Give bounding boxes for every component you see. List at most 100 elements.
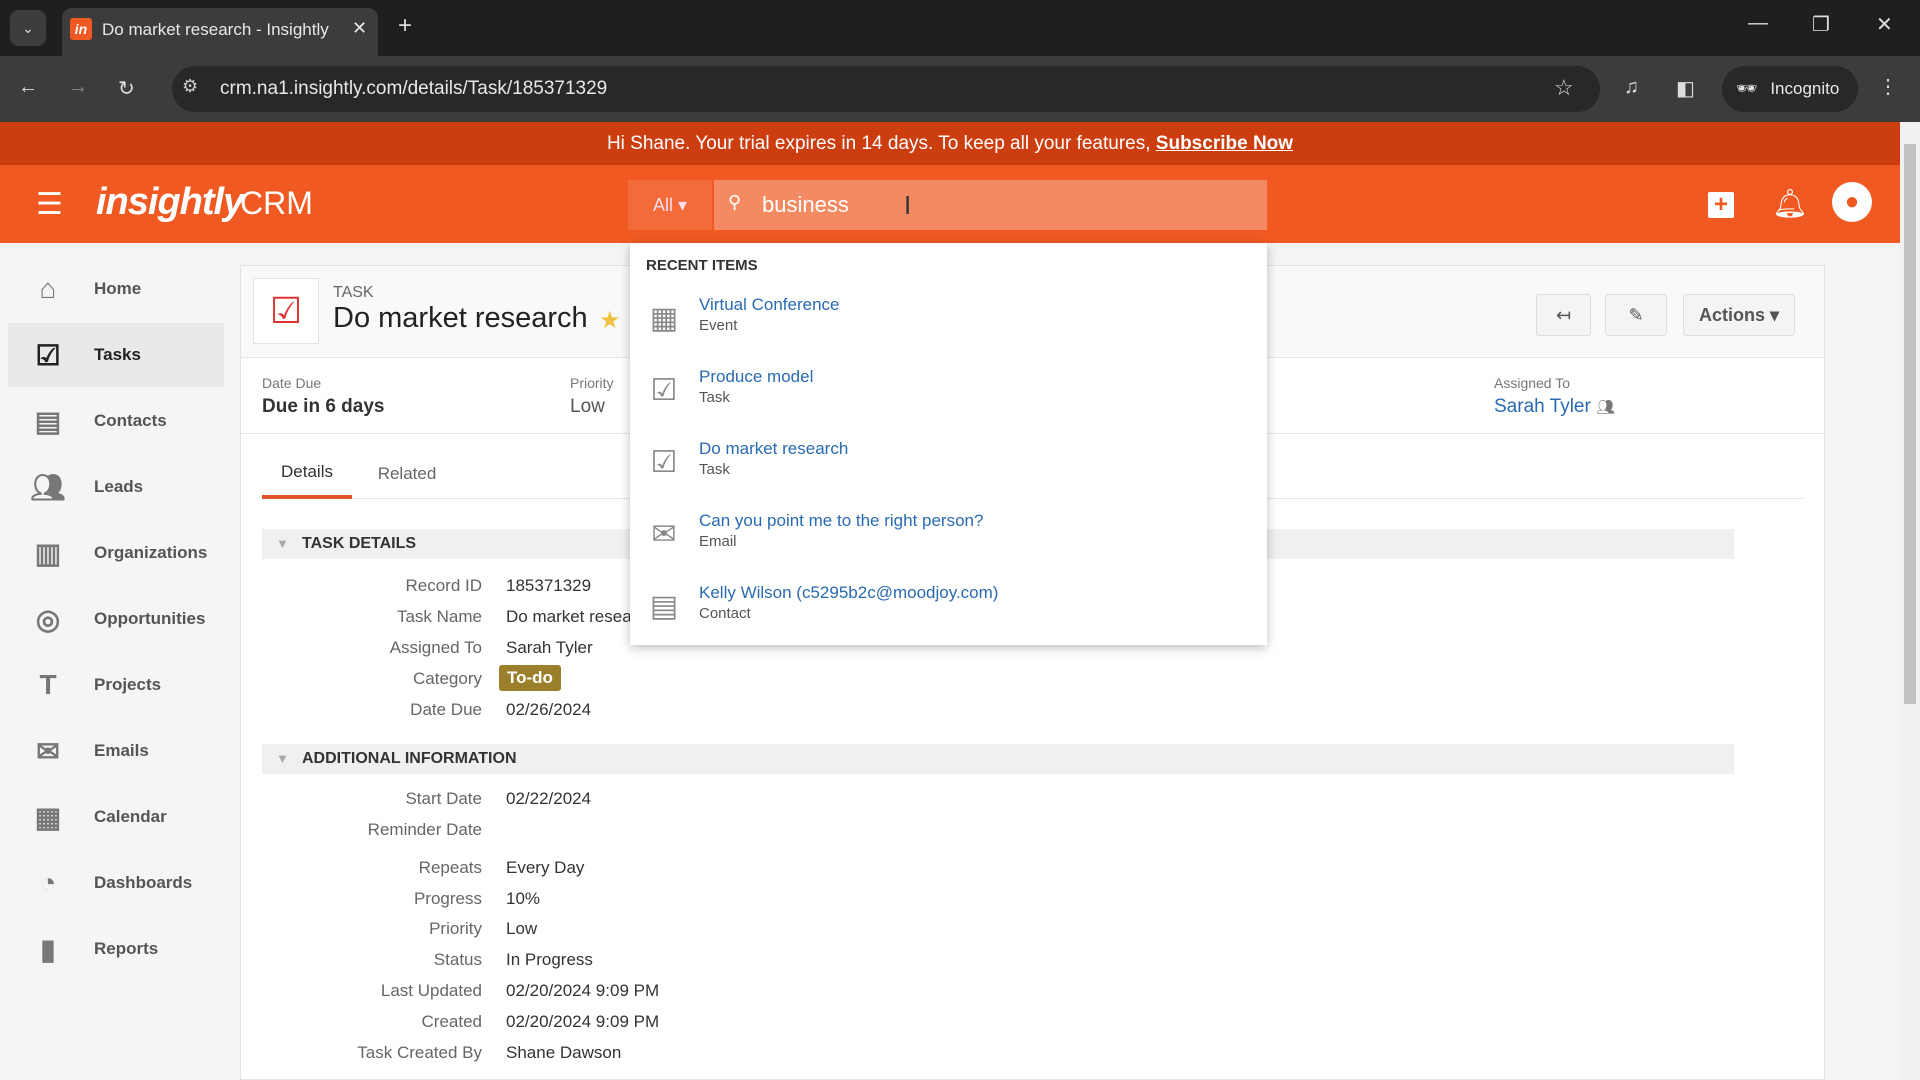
chevron-down-icon: ▼ bbox=[276, 751, 289, 766]
sidebar-item-reports[interactable]: ▮ Reports bbox=[8, 917, 224, 981]
task-name-label: Task Name bbox=[396, 607, 482, 626]
browser-menu-icon[interactable]: ⋮ bbox=[1878, 74, 1898, 99]
priority-label: Priority bbox=[570, 375, 614, 391]
record-id-value: 185371329 bbox=[506, 576, 592, 595]
add-new-button[interactable]: + bbox=[1708, 192, 1734, 218]
restore-button[interactable]: ❐ bbox=[1812, 12, 1830, 37]
close-tab-icon[interactable]: ✕ bbox=[352, 18, 367, 39]
task-check-icon: ☑ bbox=[650, 374, 678, 407]
browser-tab[interactable]: in Do market research - Insightly ✕ bbox=[62, 8, 378, 56]
subscribe-now-link[interactable]: Subscribe Now bbox=[1156, 133, 1293, 154]
organizations-icon: ▥ bbox=[34, 537, 62, 569]
insightly-logo[interactable]: insightly bbox=[96, 181, 244, 224]
tab-related[interactable]: Related bbox=[367, 464, 447, 484]
created-label: Created bbox=[421, 1012, 482, 1031]
priority-label: Priority bbox=[429, 919, 482, 938]
recent-item-title[interactable]: Can you point me to the right person? bbox=[699, 511, 983, 531]
insightly-favicon: in bbox=[70, 18, 92, 40]
sidebar-item-dashboards[interactable]: ◔ Dashboards bbox=[8, 851, 224, 915]
repeats-label: Repeats bbox=[418, 858, 482, 877]
opportunities-icon: ◎ bbox=[35, 603, 61, 635]
incognito-badge[interactable]: 🕶 Incognito bbox=[1722, 66, 1858, 112]
reports-icon: ▮ bbox=[40, 933, 56, 965]
search-recent-items-dropdown: RECENT ITEMS ▦ Virtual Conference Event ☑ Pr… bbox=[630, 243, 1267, 645]
progress-value: 10% bbox=[506, 889, 541, 908]
tab-details[interactable]: Details bbox=[262, 462, 352, 499]
trial-banner: Hi Shane. Your trial expires in 14 days.… bbox=[0, 122, 1900, 165]
assigned-to-link[interactable]: Sarah Tyler 👥︎ bbox=[1494, 396, 1615, 418]
search-input[interactable]: ⚲ business I bbox=[714, 180, 1267, 230]
leads-icon: 👥︎ bbox=[30, 471, 66, 503]
side-panel-icon[interactable]: ◧ bbox=[1676, 76, 1695, 101]
sidebar: ⌂ Home ☑ Tasks ▤ Contacts 👥︎ Leads ▥ Organization… bbox=[0, 243, 237, 1080]
emails-icon: ✉ bbox=[36, 735, 60, 767]
media-control-icon[interactable]: ♫ bbox=[1624, 76, 1639, 99]
status-label: Status bbox=[433, 950, 482, 969]
sidebar-item-label: Calendar bbox=[94, 807, 167, 826]
edit-pencil-button[interactable]: ✎ bbox=[1605, 294, 1667, 336]
recent-item[interactable]: ☑ Produce model Task bbox=[646, 367, 1246, 427]
sidebar-item-contacts[interactable]: ▤ Contacts bbox=[8, 389, 224, 453]
sidebar-item-label: Opportunities bbox=[94, 609, 206, 628]
notifications-bell-icon[interactable]: 🔔︎ bbox=[1772, 187, 1808, 220]
status-value: In Progress bbox=[506, 950, 593, 969]
back-button[interactable]: ↤ bbox=[1536, 294, 1591, 336]
tab-title: Do market research - Insightly bbox=[102, 20, 329, 39]
sidebar-item-organizations[interactable]: ▥ Organizations bbox=[8, 521, 224, 585]
recent-item[interactable]: ▦ Virtual Conference Event bbox=[646, 295, 1246, 355]
recent-item-title[interactable]: Do market research bbox=[699, 439, 848, 459]
recent-item[interactable]: ☑ Do market research Task bbox=[646, 439, 1246, 499]
favorite-star-icon[interactable]: ★ bbox=[599, 306, 621, 335]
recent-items-heading: RECENT ITEMS bbox=[646, 257, 758, 274]
search-scope-dropdown[interactable]: All ▾ bbox=[628, 180, 712, 230]
sidebar-item-emails[interactable]: ✉ Emails bbox=[8, 719, 224, 783]
hamburger-menu-icon[interactable]: ☰ bbox=[36, 187, 63, 222]
scrollbar-thumb[interactable] bbox=[1904, 144, 1916, 704]
sidebar-item-calendar[interactable]: ▦ Calendar bbox=[8, 785, 224, 849]
sidebar-item-projects[interactable]: T Projects bbox=[8, 653, 224, 717]
progress-label: Progress bbox=[413, 889, 482, 908]
back-button[interactable]: ← bbox=[18, 76, 38, 99]
recent-item[interactable]: ✉ Can you point me to the right person? Em… bbox=[646, 511, 1246, 571]
recent-item-type: Task bbox=[699, 389, 730, 406]
sidebar-item-leads[interactable]: 👥︎ Leads bbox=[8, 455, 224, 519]
last-updated-value: 02/20/2024 9:09 PM bbox=[506, 981, 660, 1000]
recent-item[interactable]: ▤ Kelly Wilson (c5295b2c@moodjoy.com) Cont… bbox=[646, 583, 1246, 643]
sidebar-item-label: Reports bbox=[94, 939, 159, 958]
new-tab-button[interactable]: + bbox=[398, 12, 412, 40]
product-name: CRM bbox=[240, 185, 313, 221]
tasks-icon: ☑ bbox=[35, 339, 61, 371]
tab-search-button[interactable]: ⌄ bbox=[10, 10, 46, 46]
date-due-value: 02/26/2024 bbox=[506, 700, 592, 719]
close-window-button[interactable]: ✕ bbox=[1876, 12, 1893, 37]
recent-item-title[interactable]: Kelly Wilson (c5295b2c@moodjoy.com) bbox=[699, 583, 998, 603]
bookmark-star-icon[interactable]: ☆ bbox=[1554, 75, 1574, 101]
contact-card-icon: ▤ bbox=[649, 590, 679, 623]
priority-value: Low bbox=[570, 396, 605, 417]
sidebar-item-label: Dashboards bbox=[94, 873, 193, 892]
priority-value: Low bbox=[506, 919, 538, 938]
site-info-icon[interactable]: ⚙ bbox=[182, 76, 198, 97]
sidebar-item-label: Leads bbox=[94, 477, 144, 496]
recent-item-title[interactable]: Produce model bbox=[699, 367, 813, 387]
last-updated-label: Last Updated bbox=[380, 981, 482, 1000]
actions-dropdown-button[interactable]: Actions ▾ bbox=[1683, 294, 1795, 336]
recent-item-title[interactable]: Virtual Conference bbox=[699, 295, 840, 315]
assigned-to-label: Assigned To bbox=[389, 638, 482, 657]
task-clipboard-icon: ☑ bbox=[253, 278, 319, 344]
forward-button[interactable]: → bbox=[68, 76, 88, 99]
address-bar[interactable]: ⚙ crm.na1.insightly.com/details/Task/185… bbox=[172, 66, 1600, 112]
date-due-label: Date Due bbox=[262, 375, 322, 391]
sidebar-item-home[interactable]: ⌂ Home bbox=[8, 257, 224, 321]
sidebar-item-tasks[interactable]: ☑ Tasks bbox=[8, 323, 224, 387]
additional-info-section-header[interactable]: ▼ ADDITIONAL INFORMATION bbox=[262, 744, 1734, 774]
reload-button[interactable]: ↻ bbox=[118, 76, 135, 101]
sidebar-item-opportunities[interactable]: ◎ Opportunities bbox=[8, 587, 224, 651]
start-date-label: Start Date bbox=[405, 789, 482, 808]
user-avatar-icon[interactable]: ● bbox=[1832, 182, 1872, 222]
minimize-button[interactable]: — bbox=[1748, 12, 1768, 35]
recent-item-type: Contact bbox=[699, 605, 751, 622]
page-scrollbar[interactable] bbox=[1900, 122, 1920, 1080]
start-date-value: 02/22/2024 bbox=[506, 789, 592, 808]
search-value: business bbox=[762, 192, 849, 217]
